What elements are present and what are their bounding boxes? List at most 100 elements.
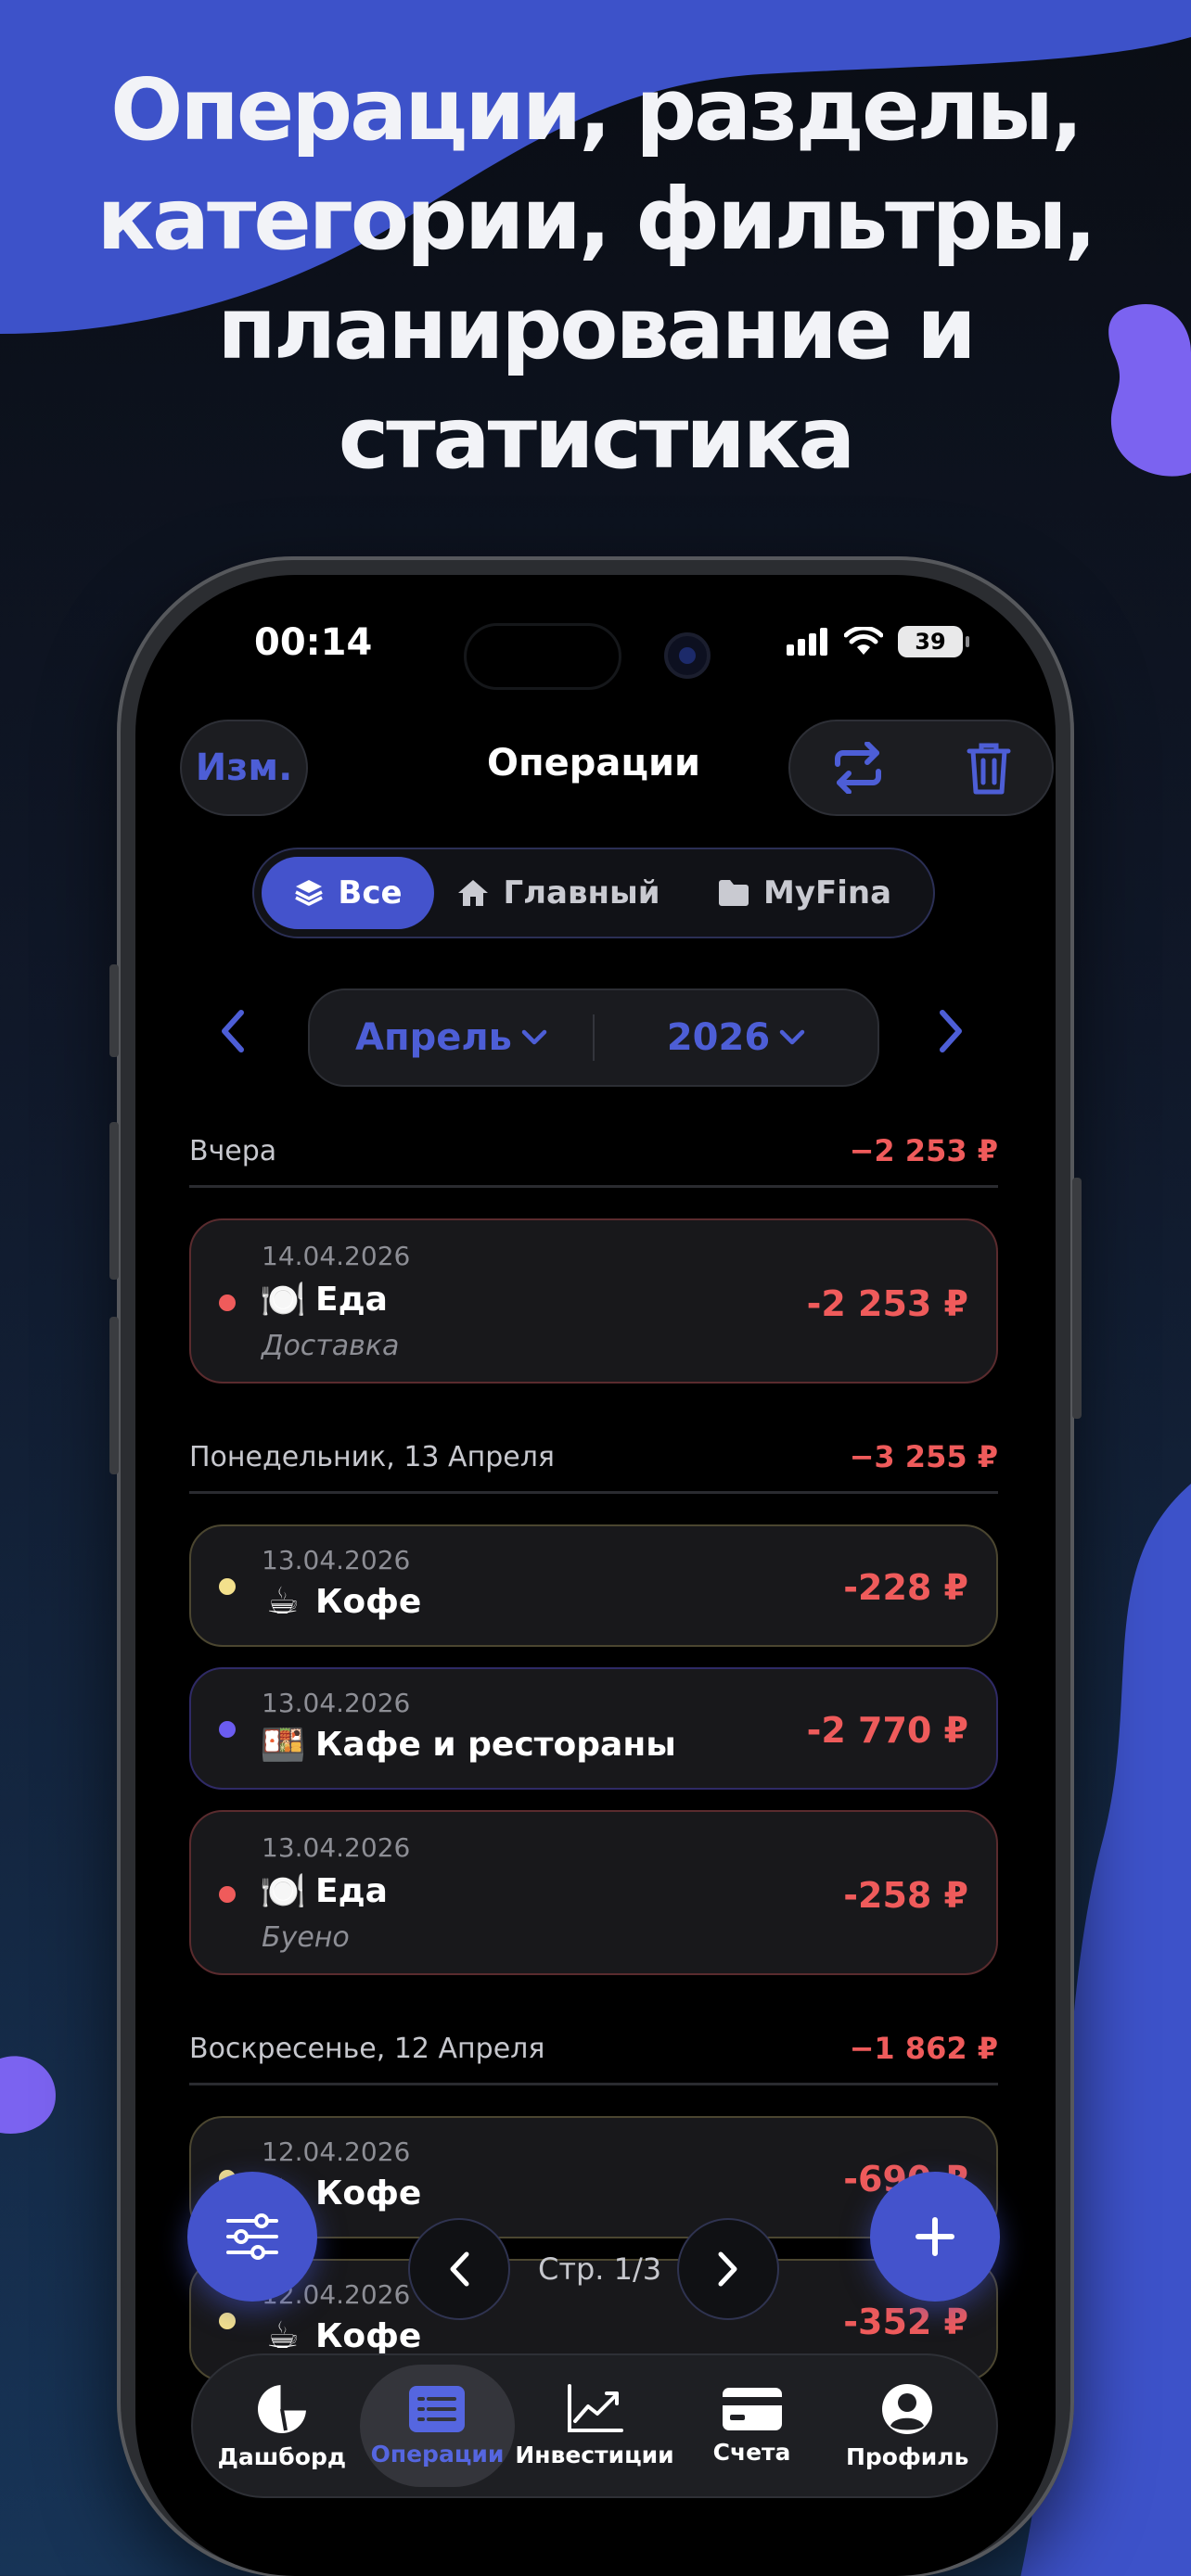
category-dot — [219, 1294, 236, 1311]
tab-profile[interactable]: Профиль — [829, 2365, 985, 2487]
operation-card[interactable]: 13.04.2026 🍱 Кафе и рестораны -2 770 ₽ — [189, 1667, 998, 1790]
headline-line-2: категории, фильтры, — [96, 170, 1097, 269]
front-camera — [664, 632, 711, 679]
status-icons: 39 — [787, 626, 969, 657]
section-total: −2 253 ₽ — [849, 1133, 998, 1168]
category-dot — [219, 2313, 236, 2329]
plate-icon: 🍽️ — [260, 1869, 306, 1913]
operation-card[interactable]: 13.04.2026 🍽️ Еда Буено -258 ₽ — [189, 1810, 998, 1975]
year-value: 2026 — [666, 1016, 771, 1059]
operation-note: Буено — [262, 1921, 350, 1954]
user-icon — [882, 2383, 933, 2434]
phone-volume-down-button — [109, 1317, 119, 1474]
coffee-icon: ☕ — [266, 2315, 300, 2357]
tab-dashboard[interactable]: Дашборд — [204, 2365, 360, 2487]
operation-card[interactable]: 14.04.2026 🍽️ Еда Доставка -2 253 ₽ — [189, 1218, 998, 1384]
category-name: Кафе и рестораны — [315, 1725, 676, 1764]
operation-amount: -2 770 ₽ — [806, 1710, 968, 1751]
tab-investments-label: Инвестиции — [515, 2441, 674, 2468]
month-value: Апрель — [355, 1016, 512, 1059]
section-header: Вчера −2 253 ₽ — [189, 1133, 998, 1188]
plate-icon: 🍽️ — [260, 1278, 306, 1321]
operation-amount: -2 253 ₽ — [806, 1283, 968, 1324]
section-total: −1 862 ₽ — [849, 2031, 998, 2066]
folder-icon — [718, 880, 749, 906]
headline-line-4: статистика — [338, 389, 856, 488]
prev-month-button[interactable] — [219, 1009, 247, 1065]
edit-button[interactable]: Изм. — [180, 720, 308, 816]
tab-dashboard-label: Дашборд — [217, 2442, 347, 2470]
tab-accounts[interactable]: Счета — [674, 2365, 830, 2487]
operation-date: 12.04.2026 — [262, 2136, 411, 2167]
category-dot — [219, 1886, 236, 1903]
sliders-icon — [226, 2213, 278, 2260]
add-operation-button[interactable] — [870, 2172, 1000, 2302]
category-dot — [219, 1578, 236, 1595]
tab-profile-label: Профиль — [845, 2442, 969, 2470]
transfer-icon[interactable] — [830, 742, 886, 794]
operation-date: 14.04.2026 — [262, 1241, 411, 1271]
section-title: Понедельник, 13 Апреля — [189, 1440, 555, 1473]
chevron-right-icon — [940, 1010, 962, 1052]
trash-icon[interactable] — [966, 740, 1012, 796]
tab-operations[interactable]: Операции — [359, 2365, 516, 2487]
home-icon — [458, 880, 489, 906]
category-name: Кофе — [315, 2174, 422, 2213]
segment-myfina-label: MyFina — [762, 874, 892, 912]
phone-volume-up-button — [109, 1122, 119, 1280]
phone-action-button — [109, 964, 119, 1057]
chevron-right-icon — [718, 2251, 737, 2287]
coffee-icon: ☕ — [266, 1580, 300, 1623]
page-title: Операции — [486, 742, 701, 784]
operation-amount: -228 ₽ — [843, 1567, 968, 1608]
year-dropdown[interactable]: 2026 — [595, 1016, 877, 1059]
operation-amount: -258 ₽ — [843, 1875, 968, 1916]
chevron-down-icon — [779, 1029, 805, 1045]
trend-chart-icon — [568, 2383, 623, 2432]
page-indicator: Стр. 1/3 — [538, 2251, 662, 2287]
chevron-left-icon — [450, 2251, 469, 2287]
filters-button[interactable] — [187, 2172, 317, 2302]
category-name: Кофе — [315, 1582, 422, 1621]
nav-actions — [788, 720, 1054, 816]
operation-card[interactable]: 13.04.2026 ☕ Кофе -228 ₽ — [189, 1524, 998, 1647]
chevron-left-icon — [222, 1010, 244, 1052]
credit-card-icon — [722, 2387, 782, 2430]
segment-all[interactable]: Все — [262, 857, 434, 929]
segment-myfina[interactable]: MyFina — [683, 857, 926, 929]
status-time: 00:14 — [254, 621, 373, 664]
month-dropdown[interactable]: Апрель — [310, 1016, 593, 1059]
operation-amount: -352 ₽ — [843, 2302, 968, 2342]
promo-headline: Операции, разделы, категории, фильтры, п… — [0, 56, 1191, 493]
next-page-button[interactable] — [677, 2218, 779, 2320]
phone-power-button — [1072, 1178, 1082, 1419]
period-picker: Апрель 2026 — [308, 988, 879, 1087]
section-filter: Все Главный MyFina — [252, 848, 935, 938]
operation-note: Доставка — [262, 1330, 400, 1362]
category-name: Еда — [315, 1280, 388, 1319]
category-dot — [219, 1721, 236, 1738]
section-header: Понедельник, 13 Апреля −3 255 ₽ — [189, 1439, 998, 1494]
section-title: Вчера — [189, 1134, 277, 1167]
operation-date: 13.04.2026 — [262, 1832, 411, 1863]
list-icon — [409, 2385, 466, 2432]
chevron-down-icon — [521, 1029, 547, 1045]
section-total: −3 255 ₽ — [849, 1439, 998, 1474]
bento-icon: 🍱 — [260, 1723, 306, 1766]
cellular-signal-icon — [787, 628, 827, 656]
segment-main[interactable]: Главный — [434, 857, 683, 929]
layers-icon — [295, 880, 324, 906]
next-month-button[interactable] — [937, 1009, 965, 1065]
operation-category: ☕ Кофе — [262, 2315, 421, 2357]
segment-main-label: Главный — [503, 874, 660, 912]
operation-category: 🍱 Кафе и рестораны — [260, 1723, 676, 1766]
prev-page-button[interactable] — [408, 2218, 510, 2320]
section-title: Воскресенье, 12 Апреля — [189, 2032, 545, 2065]
battery-indicator: 39 — [898, 626, 969, 657]
tab-investments[interactable]: Инвестиции — [515, 2365, 674, 2487]
operation-date: 13.04.2026 — [262, 1545, 411, 1575]
pie-chart-icon — [257, 2382, 308, 2433]
category-name: Еда — [315, 1871, 388, 1910]
tab-bar: Дашборд Операции Инвестиции Счета Профил… — [191, 2353, 998, 2498]
operation-category: ☕ Кофе — [262, 1580, 421, 1623]
